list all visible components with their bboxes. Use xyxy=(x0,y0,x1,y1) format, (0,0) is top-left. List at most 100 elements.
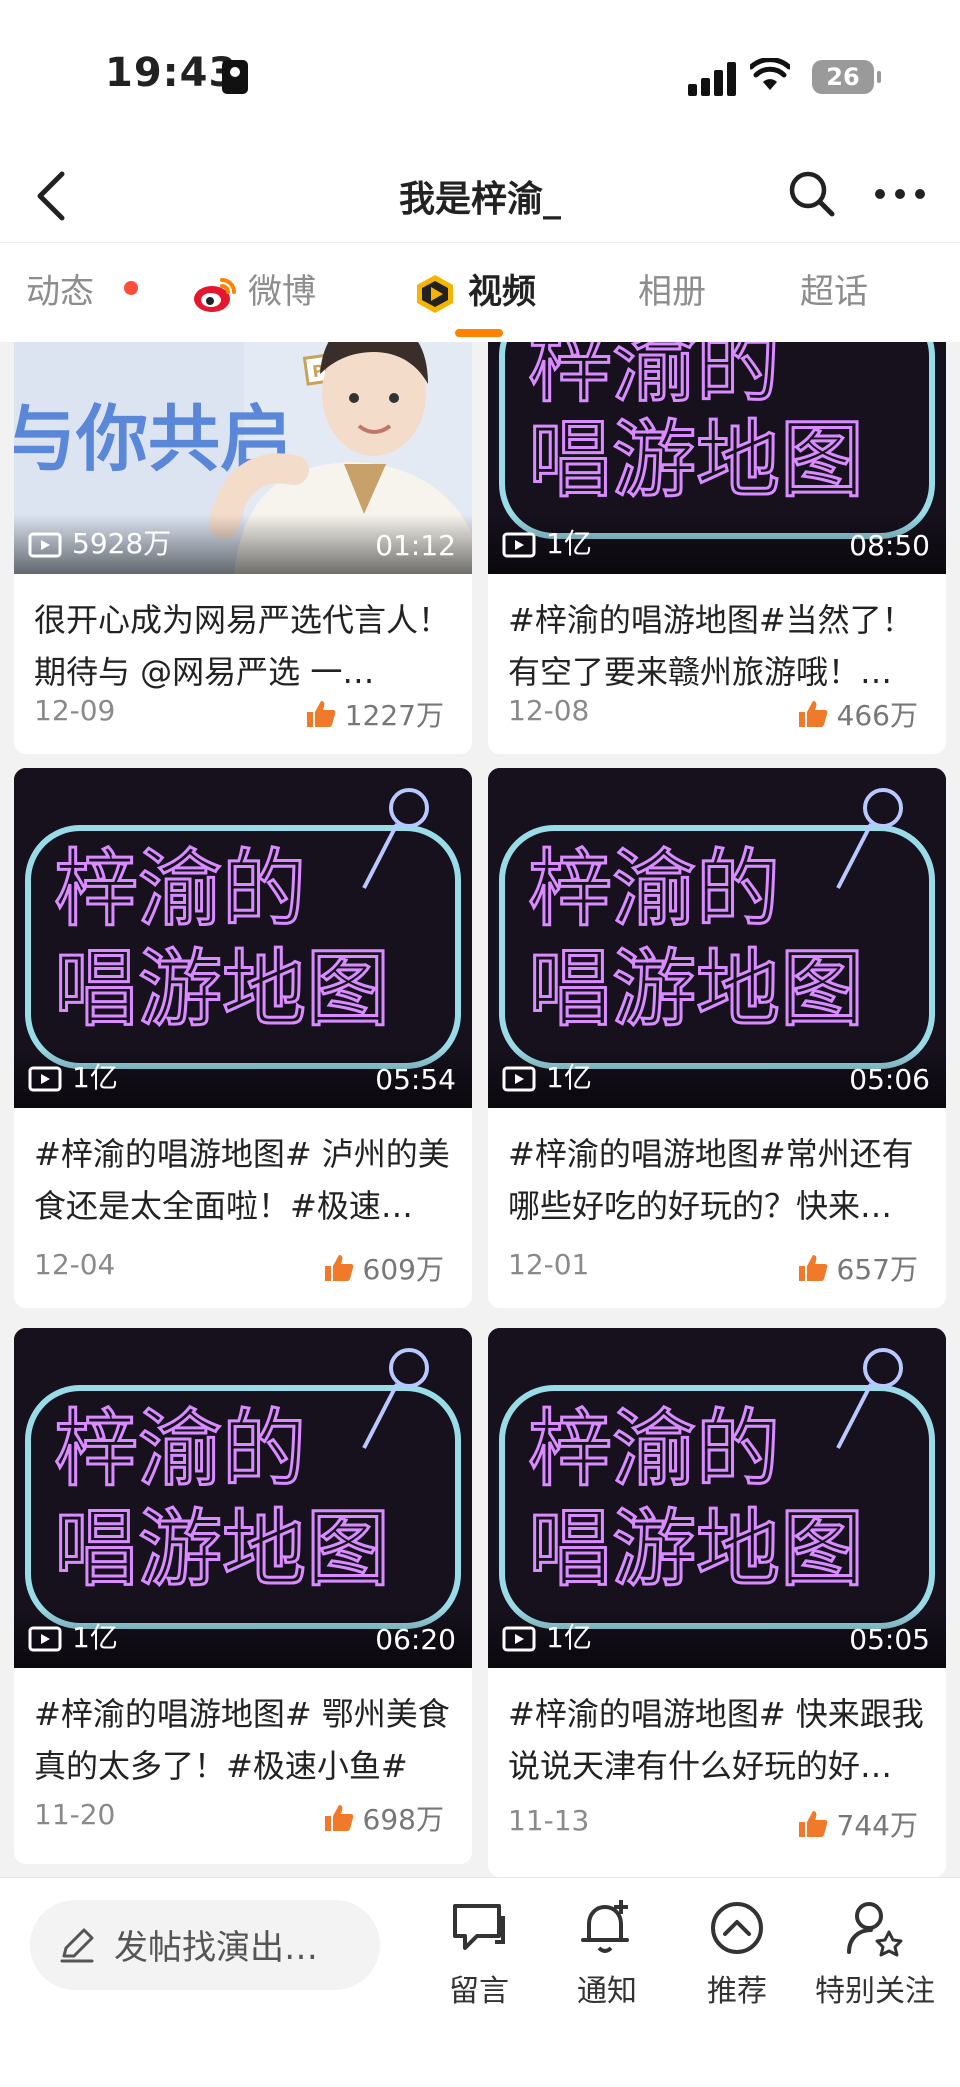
video-card[interactable]: 梓渝的 唱游地图 1亿 05:05 #梓渝的唱游地图# 快来跟我说说天津有什么好… xyxy=(488,1328,946,1877)
video-card[interactable]: 梓渝的 唱游地图 1亿 06:20 #梓渝的唱游地图# 鄂州美食真的太多了！#极… xyxy=(14,1328,472,1864)
video-date: 12-09 xyxy=(34,694,116,727)
more-options-icon[interactable] xyxy=(872,184,928,204)
thumbnail-text: 梓渝的 xyxy=(528,342,780,414)
thumbs-up-icon xyxy=(797,699,829,729)
view-count: 1亿 xyxy=(72,1061,118,1094)
recommend-button[interactable]: 推荐 xyxy=(672,1896,802,2010)
view-count: 1亿 xyxy=(546,527,592,560)
video-thumbnail: 梓渝的 唱游地图 1亿 05:06 xyxy=(488,768,946,1108)
tab-label: 相册 xyxy=(638,272,706,312)
like-count[interactable]: 609万 xyxy=(323,1248,444,1288)
like-count[interactable]: 698万 xyxy=(323,1798,444,1838)
tab-label: 微博 xyxy=(248,272,316,312)
video-duration: 08:50 xyxy=(849,529,930,562)
bell-plus-icon xyxy=(581,1900,629,1953)
thumbnail-text: 梓渝的 xyxy=(528,840,780,938)
play-icon xyxy=(502,1626,536,1652)
video-thumbnail: 与你共启 POST 5928万 01:12 xyxy=(14,342,472,574)
video-thumbnail: 梓渝的 唱游地图 1亿 05:05 xyxy=(488,1328,946,1668)
cellular-signal-icon xyxy=(688,62,736,96)
weibo-logo-icon xyxy=(192,274,238,314)
thumbs-up-icon xyxy=(797,1253,829,1283)
thumbs-up-icon xyxy=(797,1809,829,1839)
view-count: 1亿 xyxy=(72,1621,118,1654)
video-date: 12-01 xyxy=(508,1248,590,1281)
video-caption: #梓渝的唱游地图# 泸州的美食还是太全面啦！#极速… xyxy=(34,1135,450,1225)
tab-dynamics[interactable]: 动态 xyxy=(26,267,138,317)
thumbnail-text: 唱游地图 xyxy=(528,411,864,509)
video-grid: 与你共启 POST 5928万 01:12 很开心成为网易严选代言人！期待与 @… xyxy=(0,342,960,1877)
video-duration: 01:12 xyxy=(375,529,456,562)
profile-tabs: 动态 微博 视频 相册 超话 xyxy=(0,242,960,342)
tab-super-topic[interactable]: 超话 xyxy=(800,267,868,317)
video-thumbnail: 梓渝的 唱游地图 1亿 08:50 xyxy=(488,342,946,574)
play-icon xyxy=(28,532,62,558)
video-caption: 很开心成为网易严选代言人！期待与 @网易严选 一… xyxy=(34,601,451,691)
video-duration: 05:54 xyxy=(375,1063,456,1096)
tab-label: 视频 xyxy=(468,272,536,312)
comment-label: 留言 xyxy=(449,1974,509,2009)
like-count[interactable]: 744万 xyxy=(797,1804,918,1844)
thumbnail-text: 梓渝的 xyxy=(54,1400,306,1498)
thumbnail-text: 唱游地图 xyxy=(54,940,390,1038)
video-caption: #梓渝的唱游地图# 快来跟我说说天津有什么好玩的好… xyxy=(508,1695,924,1785)
thumbnail-text: 唱游地图 xyxy=(528,1500,864,1598)
tab-video[interactable]: 视频 xyxy=(414,267,536,317)
battery-indicator: 26 xyxy=(812,60,881,94)
video-date: 12-04 xyxy=(34,1248,116,1281)
video-card[interactable]: 与你共启 POST 5928万 01:12 很开心成为网易严选代言人！期待与 @… xyxy=(14,342,472,754)
thumbs-up-icon xyxy=(323,1253,355,1283)
unread-dot xyxy=(124,281,138,295)
search-icon[interactable] xyxy=(784,166,840,222)
compose-post-input[interactable]: 发帖找演出… xyxy=(30,1900,380,1990)
view-count: 1亿 xyxy=(546,1621,592,1654)
video-duration: 05:06 xyxy=(849,1063,930,1096)
like-count[interactable]: 466万 xyxy=(797,694,918,734)
play-icon xyxy=(502,1066,536,1092)
recommend-label: 推荐 xyxy=(707,1974,767,2009)
tab-weibo[interactable]: 微博 xyxy=(192,267,316,317)
comment-button[interactable]: 留言 xyxy=(414,1896,544,2010)
comment-icon xyxy=(453,1904,505,1950)
view-count: 1亿 xyxy=(546,1061,592,1094)
like-count[interactable]: 657万 xyxy=(797,1248,918,1288)
video-card[interactable]: 梓渝的 唱游地图 1亿 05:06 #梓渝的唱游地图#常州还有哪些好吃的好玩的？… xyxy=(488,768,946,1308)
status-time: 19:43 xyxy=(105,50,238,96)
video-duration: 06:20 xyxy=(375,1623,456,1656)
special-follow-button[interactable]: 特别关注 xyxy=(800,1896,950,2010)
video-thumbnail: 梓渝的 唱游地图 1亿 05:54 xyxy=(14,768,472,1108)
tab-label: 动态 xyxy=(26,272,94,312)
video-caption: #梓渝的唱游地图# 鄂州美食真的太多了！#极速小鱼# xyxy=(34,1695,450,1785)
thumbnail-text: 梓渝的 xyxy=(528,1400,780,1498)
focus-mode-icon xyxy=(222,60,248,94)
thumbnail-text: 唱游地图 xyxy=(528,940,864,1038)
video-duration: 05:05 xyxy=(849,1623,930,1656)
video-caption: #梓渝的唱游地图#当然了！有空了要来赣州旅游哦！… xyxy=(508,601,914,691)
tab-album[interactable]: 相册 xyxy=(638,267,706,317)
video-date: 11-20 xyxy=(34,1798,116,1831)
user-star-icon xyxy=(847,1902,903,1957)
like-count[interactable]: 1227万 xyxy=(305,694,444,734)
thumbs-up-icon xyxy=(323,1803,355,1833)
thumbnail-text: 梓渝的 xyxy=(54,840,306,938)
pen-icon xyxy=(58,1926,96,1964)
wifi-icon xyxy=(748,57,792,98)
tab-label: 超话 xyxy=(800,272,868,312)
play-icon xyxy=(28,1066,62,1092)
video-date: 11-13 xyxy=(508,1804,590,1837)
video-card[interactable]: 梓渝的 唱游地图 1亿 05:54 #梓渝的唱游地图# 泸州的美食还是太全面啦！… xyxy=(14,768,472,1308)
thumbnail-text: 唱游地图 xyxy=(54,1500,390,1598)
compose-placeholder: 发帖找演出… xyxy=(114,1928,318,1968)
video-badge-icon xyxy=(414,273,456,315)
play-icon xyxy=(28,1626,62,1652)
active-tab-indicator xyxy=(455,329,503,337)
status-bar: 19:43 26 xyxy=(0,0,960,150)
play-icon xyxy=(502,532,536,558)
video-card[interactable]: 梓渝的 唱游地图 1亿 08:50 #梓渝的唱游地图#当然了！有空了要来赣州旅游… xyxy=(488,342,946,754)
video-caption: #梓渝的唱游地图#常州还有哪些好吃的好玩的？快来… xyxy=(508,1135,914,1225)
navigation-bar: 我是梓渝_ xyxy=(0,150,960,242)
notify-button[interactable]: 通知 xyxy=(542,1896,672,2010)
bottom-action-bar: 发帖找演出… 留言 通知 推荐 特别关注 xyxy=(0,1877,960,2087)
chevron-up-circle-icon xyxy=(711,1902,763,1954)
video-thumbnail: 梓渝的 唱游地图 1亿 06:20 xyxy=(14,1328,472,1668)
